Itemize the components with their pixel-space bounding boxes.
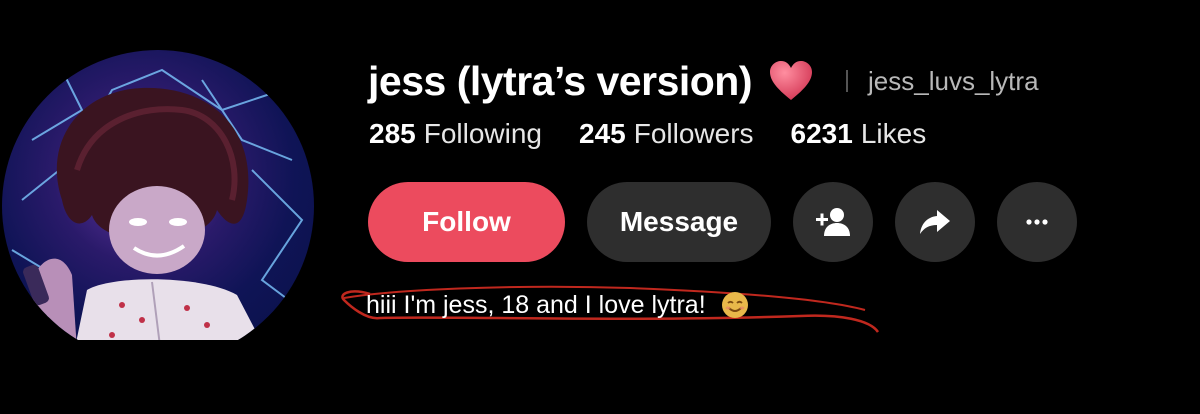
display-name: jess (lytra’s version): [368, 57, 753, 104]
following-label: Following: [423, 118, 542, 149]
avatar-image: [2, 50, 314, 340]
followers-label: Followers: [633, 118, 754, 149]
username: jess_luvs_lytra: [868, 65, 1039, 96]
smiling-emoji-icon: [721, 292, 748, 318]
stat-following[interactable]: 285 Following: [369, 118, 542, 150]
share-button[interactable]: [895, 182, 975, 262]
likes-label: Likes: [860, 118, 927, 149]
followers-count: 245: [579, 118, 626, 149]
bio-text: hiii I'm jess, 18 and I love lytra!: [366, 290, 706, 319]
follow-button[interactable]: Follow: [368, 182, 565, 262]
name-divider: [846, 70, 849, 92]
heart-icon: [770, 61, 813, 100]
add-friend-icon: [816, 208, 850, 236]
message-button[interactable]: Message: [587, 182, 771, 262]
more-icon: [1026, 219, 1048, 225]
stats-row: 285 Following 245 Followers 6231 Likes: [369, 118, 963, 150]
avatar[interactable]: [2, 50, 314, 340]
following-count: 285: [369, 118, 416, 149]
add-friend-button[interactable]: [793, 182, 873, 262]
likes-count: 6231: [790, 118, 853, 149]
bio: hiii I'm jess, 18 and I love lytra!: [366, 290, 750, 320]
share-icon: [920, 210, 950, 234]
action-buttons: Follow Message: [368, 182, 1077, 262]
more-button[interactable]: [997, 182, 1077, 262]
stat-likes: 6231 Likes: [791, 118, 927, 150]
name-row: jess (lytra’s version) jess_luvs_lytra: [368, 55, 1039, 107]
stat-followers[interactable]: 245 Followers: [579, 118, 754, 150]
